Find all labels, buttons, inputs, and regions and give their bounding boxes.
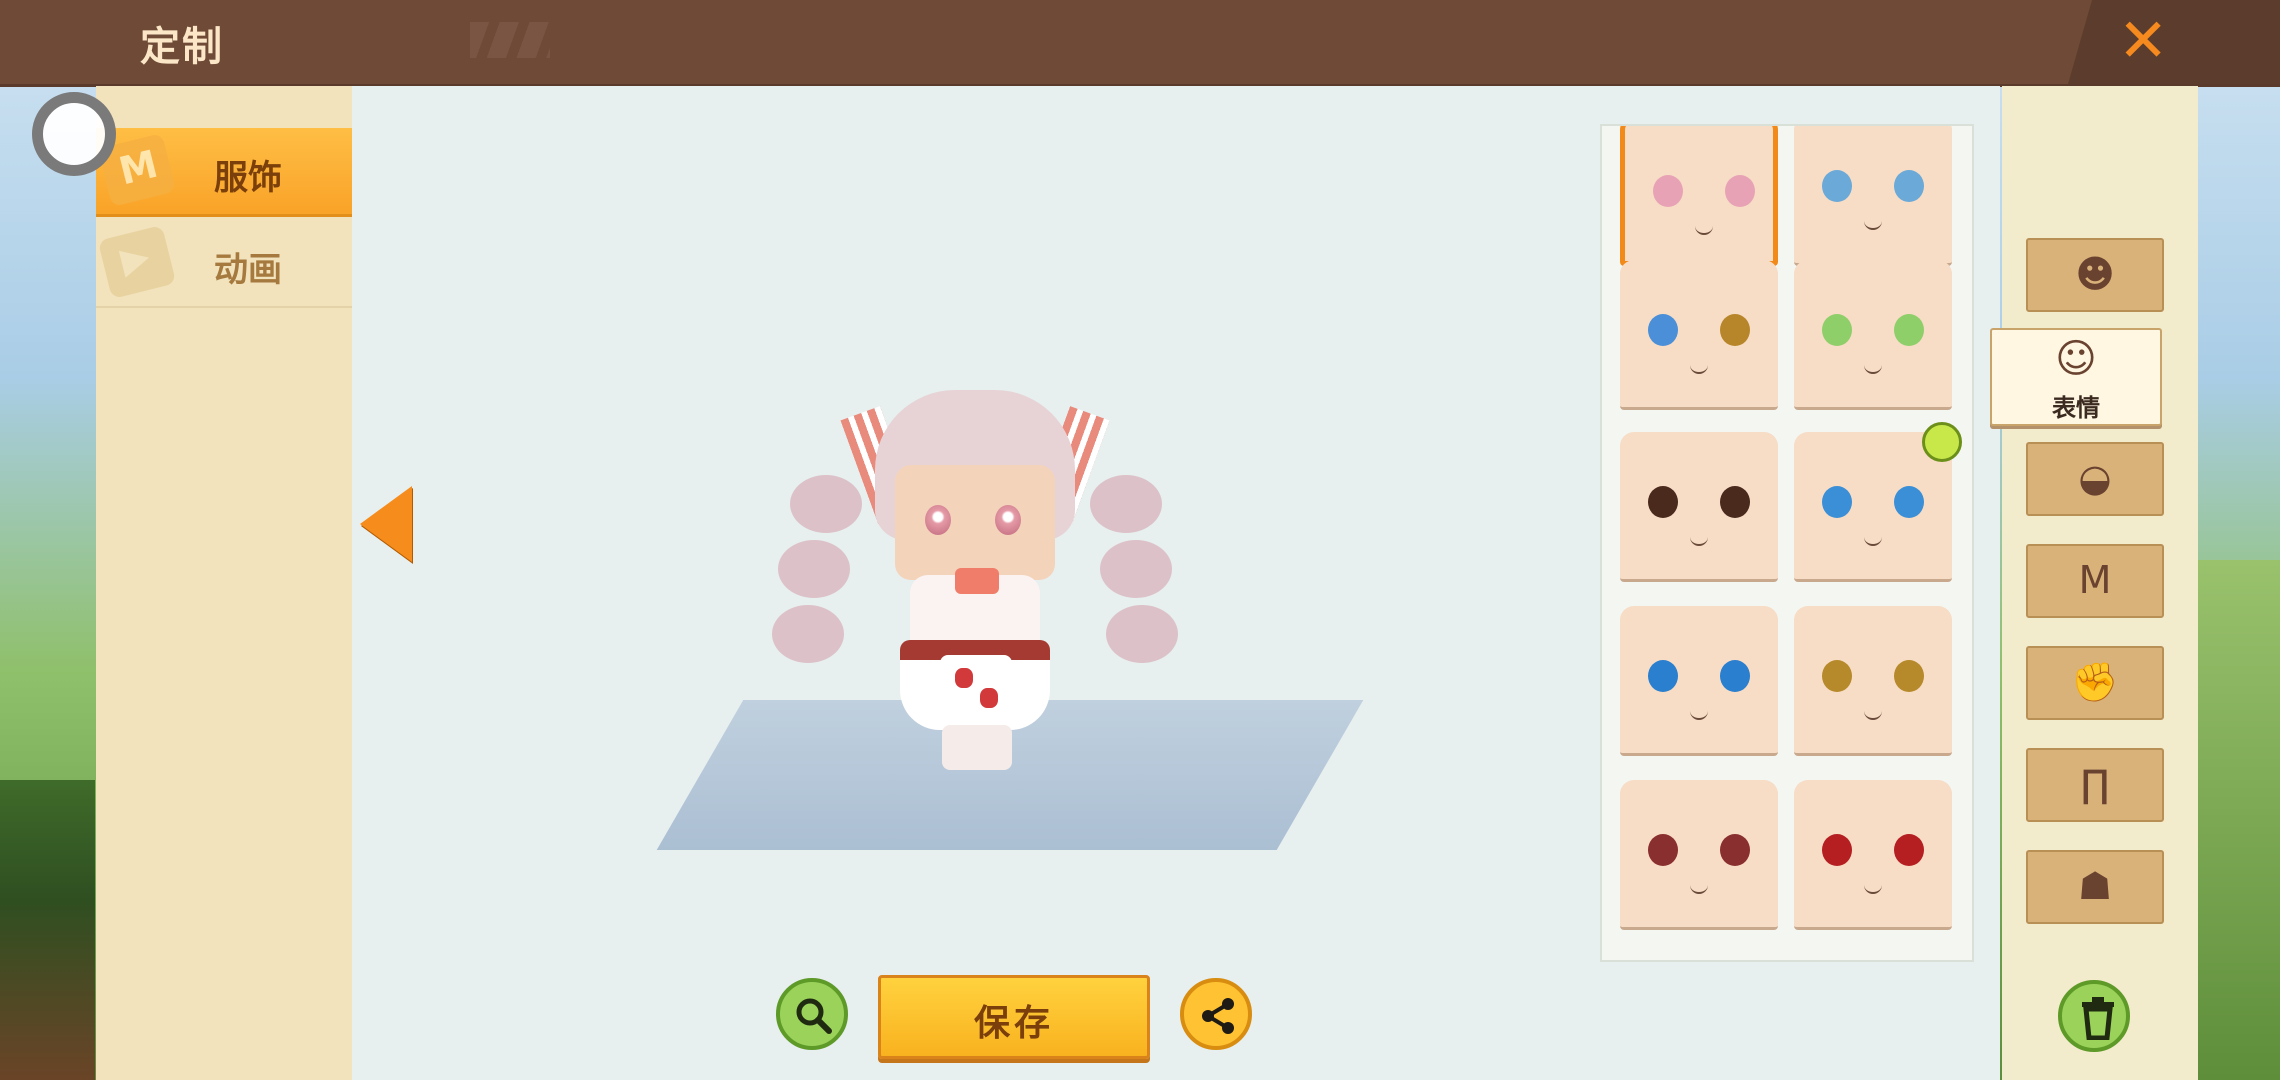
- face-mouth: [1864, 536, 1882, 546]
- category-expression-label: 表情: [2052, 394, 2100, 422]
- face-mouth: [1864, 884, 1882, 894]
- character-face: [895, 465, 1055, 580]
- character-apron: [940, 655, 1012, 717]
- floating-assistive-button[interactable]: [32, 92, 116, 176]
- pigtail-right-lower: [1106, 605, 1178, 663]
- shoes-icon: ☗: [2077, 864, 2113, 908]
- save-button-label: 保存: [973, 1003, 1054, 1044]
- tab-animation-label: 动画: [214, 250, 282, 290]
- face-option[interactable]: [1620, 606, 1778, 756]
- tshirt-icon-glyph: M: [114, 141, 163, 194]
- glove-icon: ✊: [2071, 660, 2119, 704]
- page-title: 定制: [140, 24, 224, 70]
- pigtail-left-middle: [778, 540, 850, 598]
- clock-icon: [1922, 422, 1962, 462]
- strawberry-print: [955, 668, 973, 688]
- strawberry-print: [980, 688, 998, 708]
- face-option[interactable]: [1620, 780, 1778, 930]
- face-option[interactable]: [1620, 260, 1778, 410]
- face-mouth: [1864, 710, 1882, 720]
- zoom-button[interactable]: [776, 978, 848, 1050]
- face-mouth: [1690, 710, 1708, 720]
- category-pants-button[interactable]: ∏: [2026, 748, 2164, 822]
- character-bow: [955, 568, 999, 594]
- character-legs: [942, 725, 1012, 770]
- face-eye: [1822, 170, 1852, 202]
- face-eye: [1648, 834, 1678, 866]
- face-eye: [1894, 170, 1924, 202]
- face-mouth: [1864, 364, 1882, 374]
- category-mask-button[interactable]: ◒: [2026, 442, 2164, 516]
- face-option[interactable]: [1794, 780, 1952, 930]
- character-eye-left: [925, 505, 951, 535]
- face-mouth: [1695, 225, 1713, 235]
- face-option[interactable]: [1794, 606, 1952, 756]
- face-eye: [1720, 486, 1750, 518]
- mask-icon: ◒: [2078, 456, 2112, 500]
- face-eye: [1720, 314, 1750, 346]
- face-eye: [1822, 314, 1852, 346]
- category-shoes-button[interactable]: ☗: [2026, 850, 2164, 924]
- face-eye: [1822, 834, 1852, 866]
- face-eye: [1648, 314, 1678, 346]
- face-mouth: [1690, 364, 1708, 374]
- tab-clothes-label: 服饰: [214, 158, 282, 198]
- face-eye: [1648, 660, 1678, 692]
- pigtail-left-upper: [790, 475, 862, 533]
- face-eye: [1720, 660, 1750, 692]
- character-avatar[interactable]: [770, 370, 1180, 790]
- face-icon: ☺: [2055, 336, 2097, 382]
- play-icon-glyph: ▶: [116, 235, 154, 283]
- background-tree: [2190, 560, 2280, 1080]
- save-button[interactable]: 保存: [878, 975, 1150, 1059]
- shirt-icon: M: [2078, 558, 2112, 602]
- category-expression-button[interactable]: ☺ 表情: [1990, 328, 2162, 426]
- category-gloves-button[interactable]: ✊: [2026, 646, 2164, 720]
- trash-icon: [2082, 997, 2114, 1040]
- share-icon: [1202, 998, 1234, 1034]
- face-mouth: [1864, 220, 1882, 230]
- category-top-button[interactable]: M: [2026, 544, 2164, 618]
- face-mouth: [1690, 884, 1708, 894]
- previous-arrow-icon[interactable]: [360, 486, 412, 562]
- pigtail-right-upper: [1090, 475, 1162, 533]
- play-icon: ▶: [97, 224, 177, 300]
- face-option[interactable]: [1794, 126, 1952, 266]
- character-eye-right: [995, 505, 1021, 535]
- face-eye: [1822, 486, 1852, 518]
- face-eye: [1720, 834, 1750, 866]
- expression-grid[interactable]: [1600, 124, 1974, 962]
- pigtail-left-lower: [772, 605, 844, 663]
- pants-icon: ∏: [2080, 762, 2110, 806]
- face-option[interactable]: [1620, 432, 1778, 582]
- share-button[interactable]: [1180, 978, 1252, 1050]
- pigtail-right-middle: [1100, 540, 1172, 598]
- face-eye: [1894, 486, 1924, 518]
- close-button[interactable]: ✕: [2068, 0, 2280, 84]
- magnifier-icon: [796, 998, 832, 1034]
- tab-animation[interactable]: ▶ 动画: [96, 220, 352, 308]
- background-block: [0, 780, 95, 1080]
- title-bar-decoration: [470, 22, 550, 58]
- face-eye: [1894, 834, 1924, 866]
- face-eye: [1648, 486, 1678, 518]
- hair-head-icon: ☻: [2075, 252, 2115, 296]
- tab-clothes[interactable]: M 服饰: [96, 128, 352, 217]
- delete-button[interactable]: [2058, 980, 2130, 1052]
- face-eye: [1894, 660, 1924, 692]
- title-bar: 定制: [0, 0, 2280, 87]
- face-eye: [1725, 175, 1755, 207]
- face-mouth: [1690, 536, 1708, 546]
- left-tab-panel: M 服饰 ▶ 动画: [96, 86, 354, 1080]
- category-hair-button[interactable]: ☻: [2026, 238, 2164, 312]
- close-icon: ✕: [2118, 6, 2169, 76]
- face-eye: [1894, 314, 1924, 346]
- face-eye: [1653, 175, 1683, 207]
- face-eye: [1822, 660, 1852, 692]
- face-option[interactable]: [1620, 126, 1778, 266]
- face-option[interactable]: [1794, 260, 1952, 410]
